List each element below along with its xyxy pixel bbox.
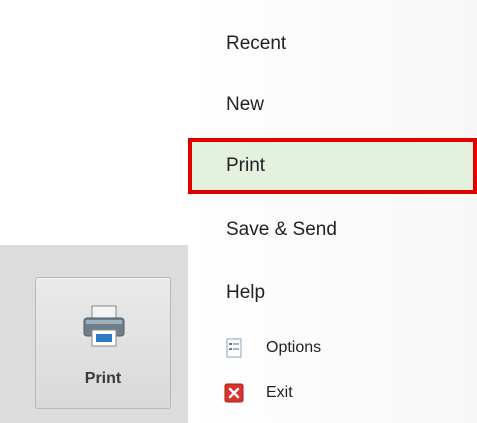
backstage-menu: Recent New Print Save & Send Help Option… [188,0,477,423]
menu-item-new[interactable]: New [188,77,477,133]
options-label: Options [266,339,322,356]
print-button-label: Print [84,370,122,387]
options-icon [226,338,242,358]
exit-label: Exit [266,384,293,401]
menu-item-options[interactable]: Options [188,332,477,364]
menu-item-help[interactable]: Help [188,265,477,321]
menu-item-recent[interactable]: Recent [188,16,477,72]
menu-item-exit[interactable]: Exit [188,377,477,409]
exit-icon [224,383,244,403]
menu-item-print[interactable]: Print [188,138,477,194]
print-button[interactable]: Print [35,277,171,409]
printer-icon [83,305,125,347]
menu-item-save-send[interactable]: Save & Send [188,202,477,258]
